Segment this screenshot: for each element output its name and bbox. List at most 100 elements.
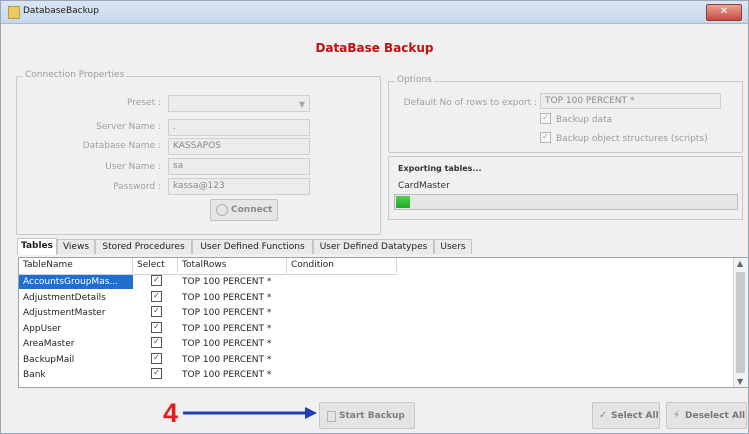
annotation-arrow-icon <box>183 407 317 419</box>
tab-user-defined-functions[interactable]: User Defined Functions <box>192 239 313 254</box>
backup-structures-label: Backup object structures (scripts) <box>556 134 708 144</box>
condition-cell[interactable] <box>287 368 397 382</box>
export-status-panel: Exporting tables... CardMaster <box>388 156 743 220</box>
total-rows-cell[interactable]: TOP 100 PERCENT * <box>178 322 287 336</box>
annotation-step-number: 4 <box>163 398 179 428</box>
deselect-all-button[interactable]: ⚡ Deselect All <box>666 402 747 429</box>
select-checkbox[interactable]: ✓ <box>151 337 162 348</box>
table-row[interactable]: Bank ✓ TOP 100 PERCENT * <box>19 368 397 382</box>
connect-icon <box>216 204 228 216</box>
select-checkbox[interactable]: ✓ <box>151 321 162 333</box>
backup-data-label: Backup data <box>556 115 613 125</box>
table-name-cell[interactable]: AdjustmentMaster <box>19 306 133 320</box>
export-progress-fill <box>396 196 410 208</box>
tab-tables[interactable]: Tables <box>17 238 57 255</box>
connection-properties-legend: Connection Properties <box>23 70 127 80</box>
database-name-input[interactable]: KASSAPOS <box>168 138 310 155</box>
close-button[interactable]: ✕ <box>706 4 742 21</box>
total-rows-cell[interactable]: TOP 100 PERCENT * <box>178 275 287 289</box>
select-cell[interactable]: ✓ <box>147 290 178 305</box>
backup-data-option[interactable]: ✓ Backup data <box>540 113 613 125</box>
default-rows-input[interactable]: TOP 100 PERCENT * <box>540 93 721 109</box>
server-name-input[interactable]: . <box>168 119 310 136</box>
column-header-condition[interactable]: Condition <box>287 258 397 273</box>
tables-grid[interactable]: TableName Select TotalRows Condition Accoun… <box>18 257 749 388</box>
tab-stored-procedures[interactable]: Stored Procedures <box>95 239 192 254</box>
user-name-label: User Name : <box>105 162 161 172</box>
scrollbar-thumb[interactable] <box>736 272 745 373</box>
table-row[interactable]: AccountsGroupMas... ✓ TOP 100 PERCENT * <box>19 275 397 289</box>
select-all-button[interactable]: ✓ Select All <box>592 402 660 429</box>
table-row[interactable]: AdjustmentDetails ✓ TOP 100 PERCENT * <box>19 290 397 305</box>
connect-button-label: Connect <box>231 205 273 215</box>
page-title: DataBase Backup <box>315 41 434 55</box>
select-cell[interactable]: ✓ <box>147 368 178 382</box>
select-checkbox[interactable]: ✓ <box>151 352 162 364</box>
connect-button[interactable]: Connect <box>210 199 278 221</box>
total-rows-cell[interactable]: TOP 100 PERCENT * <box>178 353 287 367</box>
tab-users[interactable]: Users <box>434 239 472 254</box>
table-name-cell[interactable]: AppUser <box>19 322 133 336</box>
password-input[interactable]: kassa@123 <box>168 178 310 195</box>
tab-user-defined-datatypes[interactable]: User Defined Datatypes <box>313 239 434 254</box>
scroll-up-icon[interactable]: ▲ <box>737 259 743 268</box>
column-header-tablename[interactable]: TableName <box>19 258 133 273</box>
select-all-label: Select All <box>611 411 659 421</box>
condition-cell[interactable] <box>287 291 397 305</box>
tab-views[interactable]: Views <box>57 239 95 254</box>
export-current-table: CardMaster <box>398 181 450 191</box>
select-cell[interactable]: ✓ <box>147 321 178 336</box>
total-rows-cell[interactable]: TOP 100 PERCENT * <box>178 368 287 382</box>
table-row[interactable]: AreaMaster ✓ TOP 100 PERCENT * <box>19 337 397 351</box>
user-name-input[interactable]: sa <box>168 158 310 175</box>
title-bar: DatabaseBackup ✕ <box>1 1 748 24</box>
deselect-icon: ⚡ <box>673 410 681 421</box>
select-cell[interactable]: ✓ <box>147 337 178 351</box>
window-title: DatabaseBackup <box>23 6 99 16</box>
select-cell[interactable]: ✓ <box>147 306 178 320</box>
export-progress-bar <box>394 194 738 210</box>
select-cell[interactable]: ✓ <box>147 352 178 367</box>
grid-vertical-scrollbar[interactable]: ▲ ▼ <box>733 258 748 387</box>
condition-cell[interactable] <box>287 275 397 289</box>
total-rows-cell[interactable]: TOP 100 PERCENT * <box>178 337 287 351</box>
select-checkbox[interactable]: ✓ <box>151 290 162 302</box>
condition-cell[interactable] <box>287 306 397 320</box>
table-row[interactable]: BackupMail ✓ TOP 100 PERCENT * <box>19 352 397 367</box>
select-checkbox[interactable]: ✓ <box>151 368 162 379</box>
table-name-cell[interactable]: AccountsGroupMas... <box>19 275 133 289</box>
chevron-down-icon: ▼ <box>298 100 305 109</box>
scroll-down-icon[interactable]: ▼ <box>737 377 743 386</box>
condition-cell[interactable] <box>287 322 397 336</box>
check-icon: ✓ <box>599 410 608 421</box>
select-checkbox[interactable]: ✓ <box>151 275 162 286</box>
table-name-cell[interactable]: Bank <box>19 368 133 382</box>
start-backup-button[interactable]: Start Backup <box>319 402 415 429</box>
table-row[interactable]: AdjustmentMaster ✓ TOP 100 PERCENT * <box>19 306 397 320</box>
preset-label: Preset : <box>127 98 161 108</box>
deselect-all-label: Deselect All <box>685 411 746 421</box>
database-backup-window: DatabaseBackup ✕ DataBase Backup Connect… <box>0 0 749 434</box>
total-rows-cell[interactable]: TOP 100 PERCENT * <box>178 291 287 305</box>
backup-structures-checkbox[interactable]: ✓ <box>540 132 551 143</box>
server-name-label: Server Name : <box>96 122 161 132</box>
column-header-totalrows[interactable]: TotalRows <box>178 258 287 273</box>
backup-data-checkbox[interactable]: ✓ <box>540 113 551 124</box>
default-rows-label: Default No of rows to export : <box>403 98 537 108</box>
grid-header: TableName Select TotalRows Condition <box>19 258 397 275</box>
total-rows-cell[interactable]: TOP 100 PERCENT * <box>178 306 287 320</box>
database-name-label: Database Name : <box>82 141 161 151</box>
condition-cell[interactable] <box>287 353 397 367</box>
export-status-title: Exporting tables... <box>398 164 482 173</box>
table-name-cell[interactable]: BackupMail <box>19 353 133 367</box>
table-name-cell[interactable]: AreaMaster <box>19 337 133 351</box>
condition-cell[interactable] <box>287 337 397 351</box>
table-row[interactable]: AppUser ✓ TOP 100 PERCENT * <box>19 321 397 336</box>
select-checkbox[interactable]: ✓ <box>151 306 162 317</box>
table-name-cell[interactable]: AdjustmentDetails <box>19 291 133 305</box>
preset-dropdown[interactable]: ▼ <box>168 95 310 112</box>
column-header-select[interactable]: Select <box>133 258 178 273</box>
backup-structures-option[interactable]: ✓ Backup object structures (scripts) <box>540 132 708 144</box>
select-cell[interactable]: ✓ <box>147 275 178 289</box>
options-legend: Options <box>395 75 434 85</box>
